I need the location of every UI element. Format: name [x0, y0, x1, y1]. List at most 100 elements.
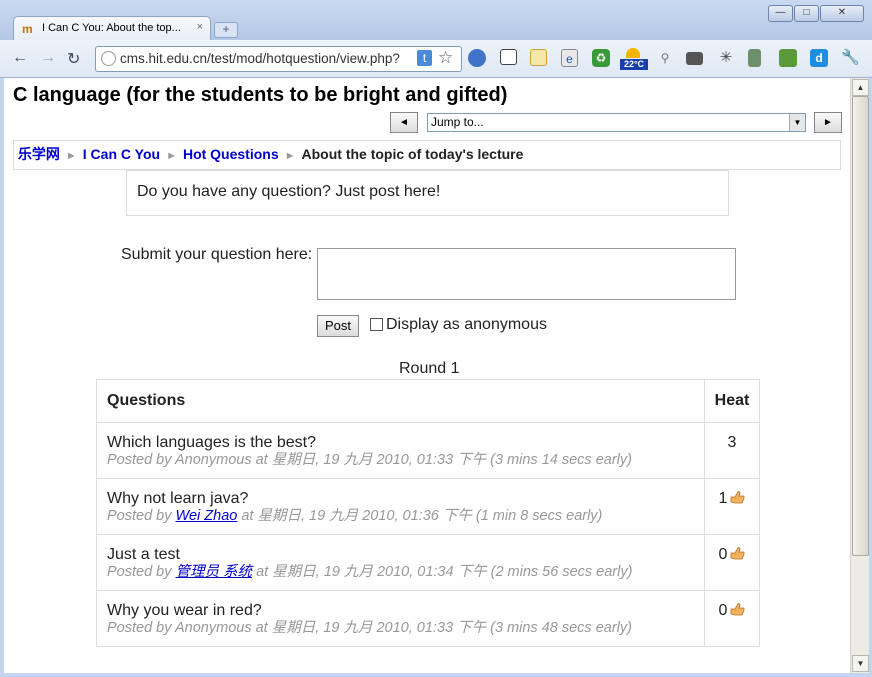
question-text: Just a test: [107, 546, 180, 563]
thumbs-up-icon[interactable]: [730, 547, 746, 560]
questions-table: Questions Heat Which languages is the be…: [96, 379, 760, 647]
question-text: Which languages is the best?: [107, 434, 317, 451]
breadcrumb-home-link[interactable]: 乐学网: [18, 146, 60, 162]
table-header-row: Questions Heat: [96, 379, 760, 423]
note-extension-icon[interactable]: [530, 49, 547, 66]
phone-icon[interactable]: [748, 49, 761, 67]
heat-value: 3: [727, 434, 737, 451]
column-header-heat: Heat: [704, 379, 760, 423]
wrench-icon[interactable]: 🔧: [841, 49, 860, 67]
close-icon[interactable]: ✕: [820, 5, 864, 22]
breadcrumb-current: About the topic of today's lecture: [301, 146, 524, 162]
evernote-icon[interactable]: [779, 49, 797, 67]
layout-extension-icon[interactable]: [500, 49, 517, 65]
posted-time: at 星期日, 19 九月 2010, 01:33 下午 (3 mins 14 …: [255, 452, 632, 468]
weather-temp: 22°C: [620, 59, 648, 70]
weather-icon[interactable]: 22°C: [620, 48, 648, 72]
scroll-down-icon[interactable]: ▼: [852, 655, 869, 672]
posted-by-label: Posted by: [107, 620, 172, 636]
heat-cell: 3: [704, 422, 760, 479]
heat-cell: 1: [704, 478, 760, 535]
page-content: C language (for the students to be brigh…: [4, 78, 850, 673]
jump-to-label: Jump to...: [431, 115, 484, 129]
next-activity-button[interactable]: ►: [814, 112, 842, 133]
question-textarea[interactable]: [317, 248, 736, 300]
thumbs-up-icon[interactable]: [730, 491, 746, 504]
round-label: Round 1: [399, 360, 460, 377]
title-bar: m I Can C You: About the top... × + — □ ✕: [0, 0, 872, 41]
new-tab-button[interactable]: +: [214, 22, 238, 38]
magnifier-icon[interactable]: ⚲: [656, 49, 674, 67]
posted-by-label: Posted by: [107, 452, 172, 468]
prev-activity-button[interactable]: ◄: [390, 112, 418, 133]
scroll-up-icon[interactable]: ▲: [852, 79, 869, 96]
browser-toolbar: ← → ↻ cms.hit.edu.cn/test/mod/hotquestio…: [0, 40, 872, 78]
bug-icon[interactable]: ✳: [717, 49, 735, 67]
breadcrumb-separator: ►: [284, 150, 296, 162]
table-row: Just a test Posted by 管理员 系统 at 星期日, 19 …: [96, 534, 760, 591]
heat-cell: 0: [704, 590, 760, 647]
question-text: Why you wear in red?: [107, 602, 262, 619]
anonymous-checkbox[interactable]: [370, 318, 383, 331]
question-meta: Posted by Wei Zhao at 星期日, 19 九月 2010, 0…: [107, 507, 704, 525]
maximize-icon[interactable]: □: [794, 5, 819, 22]
window-controls: — □ ✕: [767, 2, 864, 22]
question-cell: Why not learn java? Posted by Wei Zhao a…: [96, 478, 705, 535]
page-icon: [101, 51, 116, 66]
table-row: Which languages is the best? Posted by A…: [96, 422, 760, 479]
question-text: Why not learn java?: [107, 490, 249, 507]
author-name: Anonymous: [175, 620, 252, 636]
posted-time: at 星期日, 19 九月 2010, 01:36 下午 (1 min 8 se…: [241, 508, 603, 524]
author-link[interactable]: Wei Zhao: [176, 508, 238, 524]
breadcrumb-separator: ►: [65, 150, 77, 162]
posted-by-label: Posted by: [107, 508, 172, 524]
d-extension-icon[interactable]: d: [810, 49, 828, 67]
bookmark-star-icon[interactable]: ☆: [438, 48, 453, 68]
intro-box: Do you have any question? Just post here…: [126, 170, 729, 216]
column-header-questions: Questions: [96, 379, 705, 423]
question-meta: Posted by Anonymous at 星期日, 19 九月 2010, …: [107, 619, 704, 637]
author-link[interactable]: 管理员 系统: [176, 564, 253, 580]
chevron-down-icon[interactable]: ▼: [789, 114, 805, 131]
translate-badge-icon[interactable]: t: [417, 50, 432, 66]
globe-extension-icon[interactable]: [468, 49, 486, 67]
table-row: Why you wear in red? Posted by Anonymous…: [96, 590, 760, 647]
thumbs-up-icon[interactable]: [730, 603, 746, 616]
tab-title: I Can C You: About the top...: [42, 22, 181, 34]
question-cell: Just a test Posted by 管理员 系统 at 星期日, 19 …: [96, 534, 705, 591]
back-icon[interactable]: ←: [12, 49, 28, 67]
page-title: C language (for the students to be brigh…: [13, 84, 508, 106]
minimize-icon[interactable]: —: [768, 5, 793, 22]
breadcrumb-separator: ►: [166, 150, 177, 162]
reload-icon[interactable]: ↻: [67, 49, 80, 69]
heat-value: 0: [718, 546, 728, 563]
url-text[interactable]: cms.hit.edu.cn/test/mod/hotquestion/view…: [120, 51, 415, 66]
author-name: Anonymous: [175, 452, 252, 468]
anonymous-label: Display as anonymous: [386, 316, 547, 333]
question-cell: Why you wear in red? Posted by Anonymous…: [96, 590, 705, 647]
post-button[interactable]: Post: [317, 315, 359, 337]
scrollbar-thumb[interactable]: [852, 96, 869, 556]
table-row: Why not learn java? Posted by Wei Zhao a…: [96, 478, 760, 535]
camera-icon[interactable]: [686, 52, 703, 65]
forward-icon[interactable]: →: [40, 49, 56, 67]
heat-value: 1: [718, 490, 728, 507]
question-meta: Posted by 管理员 系统 at 星期日, 19 九月 2010, 01:…: [107, 563, 704, 581]
posted-time: at 星期日, 19 九月 2010, 01:34 下午 (2 mins 56 …: [256, 564, 633, 580]
browser-tab[interactable]: m I Can C You: About the top... ×: [13, 16, 211, 41]
question-meta: Posted by Anonymous at 星期日, 19 九月 2010, …: [107, 451, 704, 469]
browser-window: m I Can C You: About the top... × + — □ ✕ …: [0, 0, 872, 677]
jump-to-select[interactable]: Jump to... ▼: [427, 113, 806, 132]
ie-tab-icon[interactable]: e: [561, 49, 578, 67]
posted-by-label: Posted by: [107, 564, 172, 580]
sun-icon: [626, 48, 640, 58]
tab-close-icon[interactable]: ×: [197, 21, 203, 33]
green-extension-icon[interactable]: ♻: [592, 49, 610, 67]
breadcrumb-module-link[interactable]: Hot Questions: [183, 146, 279, 162]
address-bar[interactable]: cms.hit.edu.cn/test/mod/hotquestion/view…: [95, 46, 462, 72]
posted-time: at 星期日, 19 九月 2010, 01:33 下午 (3 mins 48 …: [255, 620, 632, 636]
vertical-scrollbar[interactable]: ▲ ▼: [850, 78, 869, 673]
breadcrumb-course-link[interactable]: I Can C You: [83, 146, 160, 162]
heat-value: 0: [718, 602, 728, 619]
breadcrumb: 乐学网 ► I Can C You ► Hot Questions ► About the …: [13, 140, 841, 170]
